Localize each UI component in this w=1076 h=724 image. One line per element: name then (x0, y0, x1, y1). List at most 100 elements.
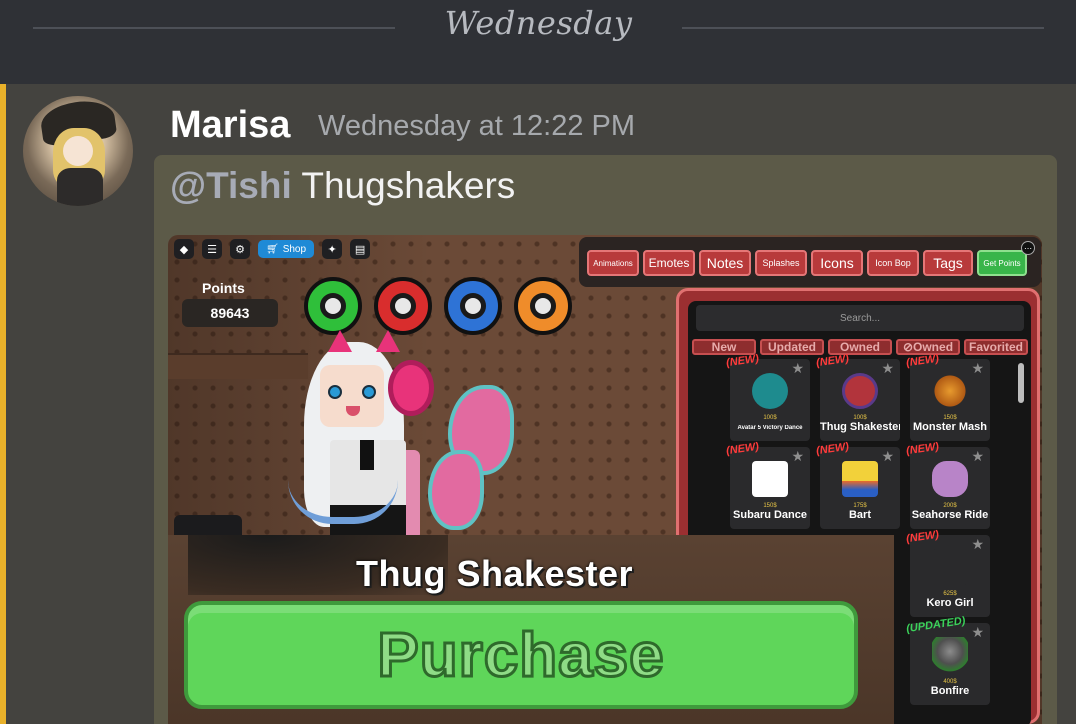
purchase-button-label: Purchase (376, 619, 665, 691)
cat-ear-right (376, 330, 400, 352)
chat-message: Marisa Wednesday at 12:22 PM @Tishi Thug… (0, 84, 1076, 724)
gear-icon[interactable]: ⚙ (230, 239, 250, 259)
shop-item[interactable]: (NEW) ★ 100$ Thug Shakester (815, 353, 900, 441)
chat-icon[interactable]: ☰ (202, 239, 222, 259)
scrollbar[interactable] (1018, 363, 1024, 403)
favorite-star-icon[interactable]: ★ (881, 361, 894, 377)
item-thumbnail (842, 461, 878, 497)
twitter-icon[interactable]: ✦ (322, 239, 343, 259)
item-price: 100$ (763, 415, 777, 421)
tab-icons[interactable]: Icons (811, 250, 863, 276)
new-badge: (NEW) (905, 528, 940, 546)
wall-beam (168, 353, 308, 379)
cat-ear-left (328, 330, 352, 352)
item-thumbnail (932, 373, 968, 409)
favorite-star-icon[interactable]: ★ (881, 449, 894, 465)
tab-emotes[interactable]: Emotes (643, 250, 695, 276)
shop-item[interactable]: (UPDATED) ★ 400$ Bonfire (905, 615, 990, 705)
character-tie (360, 440, 374, 470)
favorite-star-icon[interactable]: ★ (971, 449, 984, 465)
favorite-star-icon[interactable]: ★ (971, 537, 984, 553)
search-input[interactable]: Search... (696, 305, 1024, 331)
item-name: Seahorse Ride (911, 509, 989, 521)
new-badge: (NEW) (905, 440, 940, 458)
new-badge: (NEW) (725, 440, 760, 458)
tab-splashes[interactable]: Splashes (755, 250, 807, 276)
shop-item[interactable]: (NEW) ★ 150$ Monster Mash (905, 353, 990, 441)
music-icon[interactable]: ▤ (350, 239, 371, 259)
day-divider-label: Wednesday (444, 4, 633, 42)
divider-line-left (33, 27, 395, 29)
get-points-button[interactable]: Get Points (977, 250, 1027, 276)
new-badge: (NEW) (725, 352, 760, 370)
more-options-icon[interactable]: ⋯ (1021, 241, 1035, 255)
roblox-logo-icon[interactable]: ◆ (174, 239, 194, 259)
filter-favorited[interactable]: Favorited (964, 339, 1028, 355)
filter-owned[interactable]: Owned (828, 339, 892, 355)
message-body: Thugshakers (301, 165, 516, 206)
shop-item[interactable]: (NEW) ★ 625$ Kero Girl (905, 529, 990, 617)
headphones (388, 360, 434, 416)
day-divider: Wednesday (0, 0, 1076, 84)
points-value: 89643 (182, 299, 278, 327)
user-mention[interactable]: @Tishi (170, 165, 292, 206)
item-thumbnail (842, 373, 878, 409)
favorite-star-icon[interactable]: ★ (791, 361, 804, 377)
emote-tab-bar: Animations Emotes Notes Splashes Icons I… (579, 237, 1041, 287)
character-eye-left (328, 385, 342, 399)
shop-item[interactable]: (NEW) ★ 150$ Subaru Dance (725, 441, 810, 529)
updated-badge: (UPDATED) (905, 614, 967, 636)
cart-icon: 🛒︎ (266, 243, 279, 255)
image-attachment[interactable]: ◆ ☰ ⚙ 🛒︎ Shop ✦ ▤ Points 89643 Animation… (168, 235, 1042, 724)
new-badge: (NEW) (815, 352, 850, 370)
favorite-star-icon[interactable]: ★ (971, 361, 984, 377)
favorite-star-icon[interactable]: ★ (971, 625, 984, 641)
filter-not-owned-label: Owned (913, 340, 954, 354)
shop-item[interactable]: (NEW) ★ 175$ Bart (815, 441, 900, 529)
message-author[interactable]: Marisa (170, 104, 290, 147)
message-timestamp[interactable]: Wednesday at 12:22 PM (318, 110, 635, 143)
wing-lower (428, 450, 484, 530)
prohibited-icon: ⊘ (902, 340, 914, 354)
item-name: Kero Girl (926, 597, 974, 609)
note-ring-orange[interactable] (514, 277, 572, 335)
tab-animations[interactable]: Animations (587, 250, 639, 276)
divider-line-right (682, 27, 1044, 29)
item-name: Monster Mash (913, 421, 987, 433)
note-ring-red[interactable] (374, 277, 432, 335)
item-name: Subaru Dance (733, 509, 807, 521)
avatar[interactable] (23, 96, 133, 206)
filter-not-owned[interactable]: ⊘ Owned (896, 339, 960, 355)
note-ring-green[interactable] (304, 277, 362, 335)
item-title: Thug Shakester (356, 553, 634, 594)
shop-item[interactable]: (NEW) ★ 200$ Seahorse Ride (905, 441, 990, 529)
mention-highlight-bar (0, 84, 6, 724)
item-name: Bart (848, 509, 871, 521)
player-character (288, 330, 514, 540)
purchase-button[interactable]: Purchase (184, 601, 858, 709)
message-text: @Tishi Thugshakers (170, 165, 515, 207)
tab-notes[interactable]: Notes (699, 250, 751, 276)
item-name: Bonfire (930, 685, 970, 697)
shop-button-label: Shop (282, 243, 307, 255)
item-name: Thug Shakester (820, 421, 900, 433)
item-name: Avatar 5 Victory Dance (737, 425, 803, 431)
favorite-star-icon[interactable]: ★ (791, 449, 804, 465)
game-topbar: ◆ ☰ ⚙ 🛒︎ Shop ✦ ▤ (174, 239, 371, 259)
shop-item[interactable]: (NEW) ★ 100$ Avatar 5 Victory Dance (725, 353, 810, 441)
tab-icon-bop[interactable]: Icon Bop (867, 250, 919, 276)
points-label: Points (202, 280, 245, 296)
new-badge: (NEW) (905, 352, 940, 370)
tab-tags[interactable]: Tags (923, 250, 973, 276)
note-ring-blue[interactable] (444, 277, 502, 335)
filter-new[interactable]: New (692, 339, 756, 355)
avatar-dress-shape (57, 168, 103, 206)
item-thumbnail (932, 461, 968, 497)
item-thumbnail (752, 461, 788, 497)
item-thumbnail (752, 373, 788, 409)
filter-updated[interactable]: Updated (760, 339, 824, 355)
item-thumbnail (932, 637, 968, 673)
zoomed-purchase-overlay: Thug Shakester Purchase (168, 535, 894, 724)
shop-button[interactable]: 🛒︎ Shop (258, 240, 315, 258)
item-thumbnail (932, 549, 968, 585)
